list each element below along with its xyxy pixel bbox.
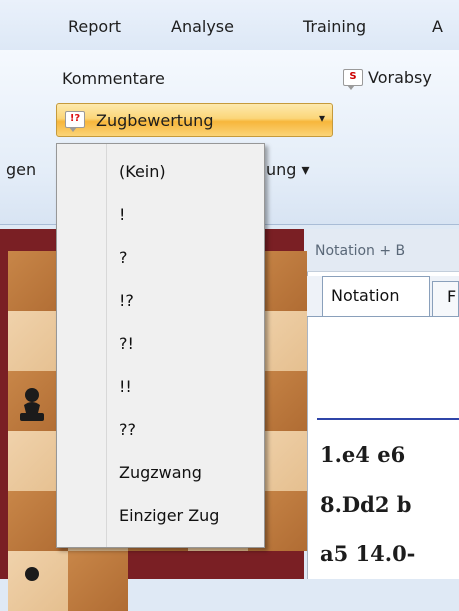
menu-item-blunder[interactable]: ?? — [119, 420, 136, 439]
menu-item-brilliant[interactable]: !! — [119, 377, 132, 396]
menu-icon-gutter — [57, 144, 107, 547]
tab-next[interactable]: F — [432, 281, 459, 316]
menu-item-zugzwang[interactable]: Zugzwang — [119, 463, 202, 482]
menu-analyse[interactable]: Analyse — [171, 17, 234, 36]
notation-line[interactable]: 8.Dd2 b — [320, 492, 411, 517]
move-evaluation-icon: !? — [65, 111, 85, 132]
notation-panel-title: Notation + B — [315, 243, 406, 259]
menu-bar: Report Analyse Training A — [0, 0, 459, 51]
menu-item-mistake[interactable]: ? — [119, 248, 128, 267]
tab-notation-label: Notation — [331, 286, 400, 305]
notation-line[interactable]: a5 14.0- — [320, 541, 415, 566]
chevron-down-icon: ▾ — [319, 111, 326, 125]
menu-report[interactable]: Report — [68, 17, 121, 36]
menu-item-einziger-zug[interactable]: Einziger Zug — [119, 506, 219, 525]
menu-item-dubious[interactable]: ?! — [119, 334, 134, 353]
board-square[interactable] — [68, 551, 128, 611]
notation-separator — [317, 418, 459, 420]
menu-next-partial[interactable]: A — [432, 17, 443, 36]
ribbon-cut-label[interactable]: gen — [6, 160, 36, 179]
ribbon-partial-dropdown[interactable]: ung ▾ — [266, 160, 310, 179]
tab-notation[interactable]: Notation — [322, 276, 430, 316]
black-pawn-icon[interactable] — [14, 564, 50, 584]
vorabsy-button[interactable]: Vorabsy — [368, 68, 432, 87]
vorabsy-icon: S — [343, 69, 363, 90]
notation-panel-header: Notation + B — [307, 229, 459, 272]
tab-next-label: F — [447, 287, 457, 306]
black-pawn-icon[interactable] — [14, 385, 50, 425]
kommentare-button[interactable]: Kommentare — [62, 69, 165, 88]
zugbewertung-dropdown-button[interactable]: !? Zugbewertung ▾ — [56, 103, 333, 137]
zugbewertung-label: Zugbewertung — [96, 111, 214, 130]
zugbewertung-dropdown-menu: (Kein) ! ? !? ?! !! ?? Zugzwang Einziger… — [56, 143, 265, 548]
menu-item-good-move[interactable]: ! — [119, 205, 125, 224]
notation-line[interactable]: 1.e4 e6 — [320, 442, 405, 467]
menu-training[interactable]: Training — [303, 17, 366, 36]
menu-item-interesting[interactable]: !? — [119, 291, 134, 310]
menu-item-kein[interactable]: (Kein) — [119, 162, 166, 181]
